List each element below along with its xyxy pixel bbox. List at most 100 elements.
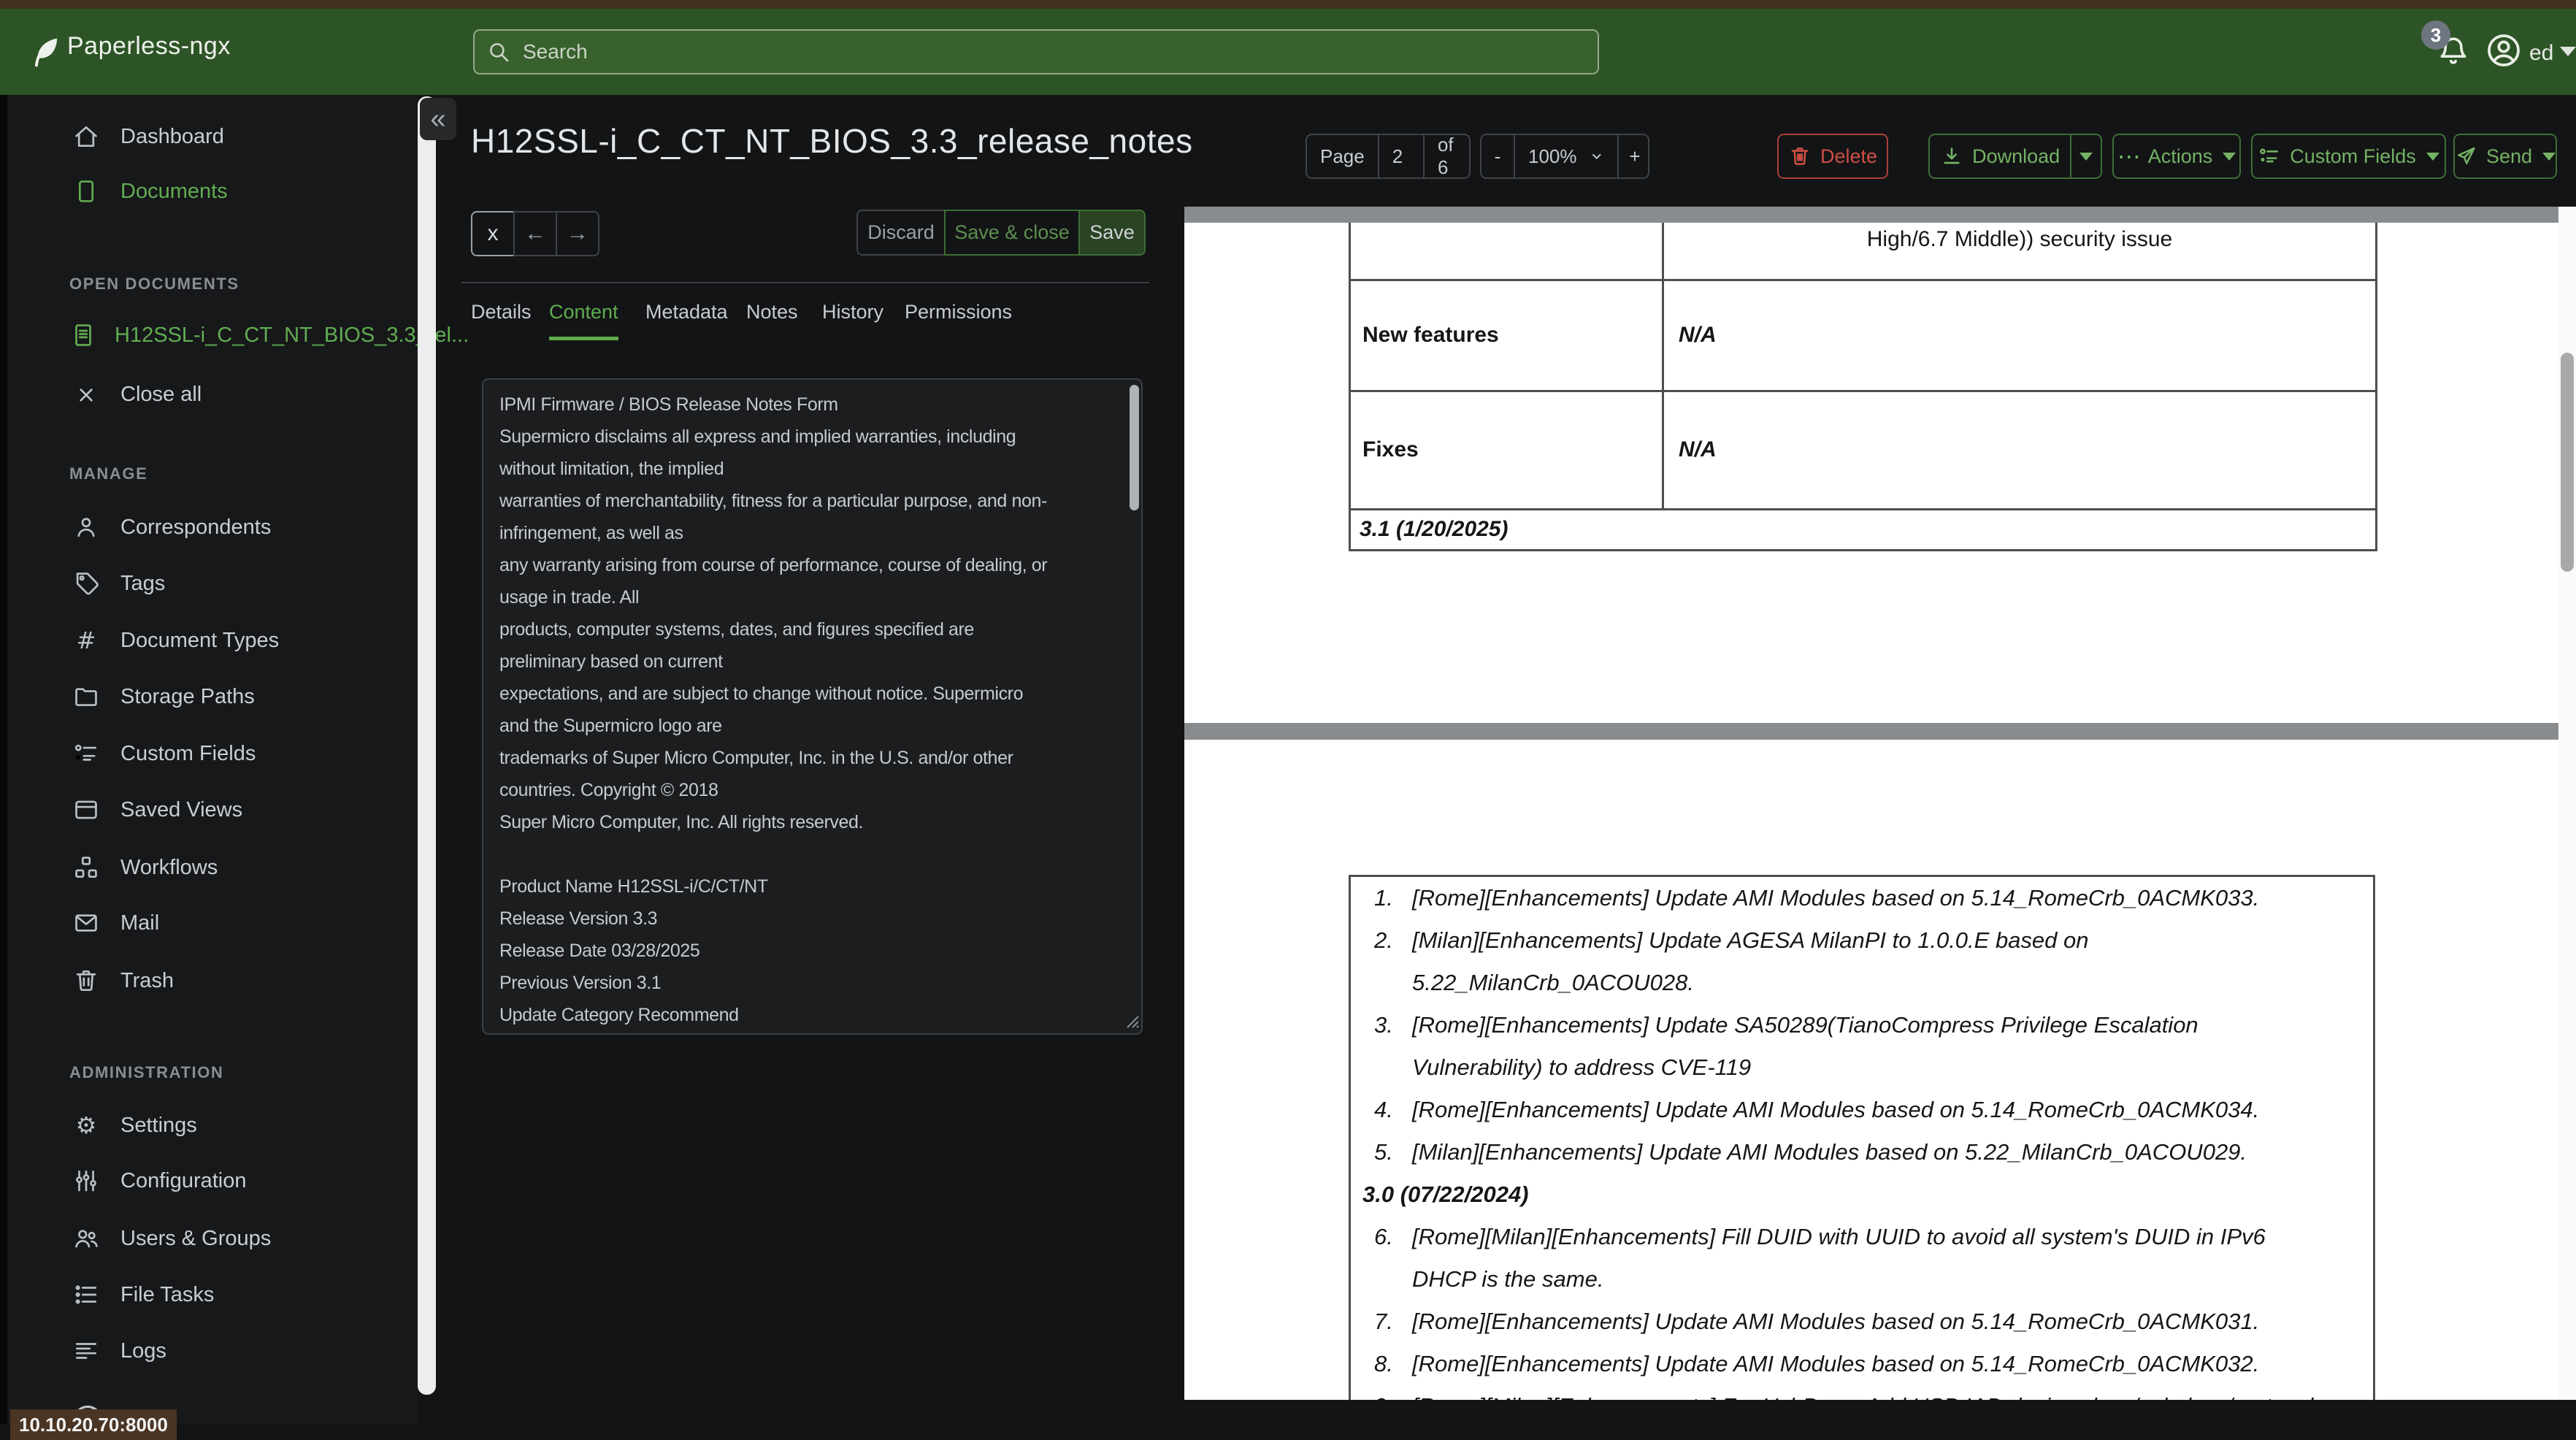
sidebar-item-label: Dashboard — [120, 124, 224, 148]
tab-history[interactable]: History — [822, 301, 883, 337]
sidebar-item-storage-paths[interactable]: Storage Paths — [7, 673, 416, 720]
tab-notes[interactable]: Notes — [746, 301, 798, 337]
document-content-textarea[interactable]: IPMI Firmware / BIOS Release Notes Form … — [482, 378, 1143, 1035]
pdf-viewer: High/6.7 Middle)) security issue New fea… — [1184, 207, 2576, 1400]
custom-fields-caret-icon — [2426, 152, 2439, 161]
pdf-heading-text: 3.0 (07/22/2024) — [1362, 1182, 1529, 1207]
textarea-scrollbar-thumb[interactable] — [1130, 385, 1139, 510]
sidebar-item-label: Correspondents — [120, 515, 272, 539]
new-features-value-cell: N/A — [1662, 278, 2377, 392]
sidebar-item-label: Trash — [120, 968, 175, 992]
tab-permissions[interactable]: Permissions — [905, 301, 1012, 337]
save-button-group: Discard Save & close Save — [856, 210, 1146, 256]
change-list-box: 1. [Rome][Enhancements] Update AMI Module… — [1349, 875, 2375, 1400]
username-label[interactable]: ed — [2529, 41, 2553, 66]
sliders-icon — [76, 1170, 96, 1192]
notification-count-badge: 3 — [2421, 20, 2450, 50]
send-icon — [2457, 147, 2475, 164]
custom-fields-button[interactable]: Custom Fields — [2251, 134, 2446, 179]
tab-metadata[interactable]: Metadata — [645, 301, 728, 337]
sidebar-item-tags[interactable]: Tags — [7, 560, 416, 607]
mail-icon — [75, 914, 97, 932]
send-button[interactable]: Send — [2453, 134, 2557, 179]
sidebar-collapse-button[interactable]: « — [420, 98, 456, 140]
paperless-logo-icon — [34, 38, 58, 67]
custom-fields-icon — [74, 744, 97, 761]
pdf-list-line: 9.[Rome][Milan][Enhancements] For UsbBus… — [1374, 1385, 2358, 1400]
sidebar-item-label: Documents — [120, 179, 228, 203]
download-button[interactable]: Download — [1930, 135, 2072, 177]
sidebar-item-close-all[interactable]: × Close all — [7, 371, 416, 418]
zoom-in-button[interactable]: + — [1619, 135, 1651, 177]
tab-content[interactable]: Content — [549, 301, 618, 340]
table-row: Fixes N/A — [1349, 389, 2377, 510]
person-icon — [77, 518, 95, 537]
sidebar-item-workflows[interactable]: Workflows — [7, 844, 416, 891]
pdf-scrollbar-track[interactable] — [2558, 207, 2576, 1400]
sidebar-item-label: File Tasks — [120, 1282, 215, 1306]
page-total-label: of 6 — [1437, 134, 1454, 178]
user-menu-caret-icon[interactable] — [2560, 47, 2576, 56]
textarea-resize-handle[interactable] — [1123, 1012, 1141, 1030]
previous-document-button[interactable]: ← — [513, 211, 557, 256]
pdf-list-number: 6. — [1374, 1224, 1393, 1249]
sidebar-item-mail[interactable]: Mail — [7, 900, 416, 946]
pdf-list-text: [Milan][Enhancements] Update AMI Modules… — [1412, 1139, 2247, 1165]
pdf-list-number: 2. — [1374, 927, 1393, 953]
search-input[interactable] — [521, 39, 1546, 64]
doc-text-icon — [75, 324, 91, 346]
actions-button[interactable]: ⋯ Actions — [2112, 134, 2241, 179]
zoom-control: - 100% + — [1480, 134, 1649, 179]
app-brand[interactable]: Paperless-ngx — [67, 32, 231, 61]
actions-label: Actions — [2147, 145, 2213, 167]
user-avatar-icon[interactable] — [2485, 32, 2522, 69]
sidebar-section-title: MANAGE — [69, 464, 148, 483]
sidebar-item-document-types[interactable]: # Document Types — [7, 617, 416, 664]
next-document-button[interactable]: → — [556, 211, 599, 256]
pdf-scrollbar-thumb[interactable] — [2561, 353, 2574, 572]
sidebar-item-h12ssl-i-c-ct-nt-bios-3-3-rel[interactable]: H12SSL-i_C_CT_NT_BIOS_3.3_rel... — [7, 312, 469, 359]
zoom-out-button[interactable]: - — [1481, 135, 1515, 177]
sidebar-item-label: Settings — [120, 1113, 197, 1137]
sidebar-scrollbar[interactable] — [418, 96, 436, 1395]
ellipsis-icon: ⋯ — [2117, 143, 2141, 169]
page-number-input[interactable]: 2 — [1379, 135, 1425, 177]
tab-details[interactable]: Details — [471, 301, 532, 337]
discard-button[interactable]: Discard — [856, 210, 946, 256]
sidebar-item-documents[interactable]: Documents — [7, 168, 416, 215]
sidebar-item-configuration[interactable]: Configuration — [7, 1157, 416, 1204]
logs-icon — [75, 1343, 97, 1359]
sidebar-item-trash[interactable]: Trash — [7, 957, 416, 1004]
sidebar-item-settings[interactable]: ⚙ Settings — [7, 1102, 416, 1149]
close-document-button[interactable]: x — [471, 211, 515, 256]
sidebar-item-users-groups[interactable]: Users & Groups — [7, 1215, 416, 1262]
sidebar-item-label: Workflows — [120, 855, 218, 879]
pdf-list-line: 6. [Rome][Milan][Enhancements] Fill DUID … — [1374, 1216, 2358, 1258]
pdf-list-line: 8. [Rome][Enhancements] Update AMI Module… — [1374, 1343, 2358, 1385]
page-navigator: Page 2 of 6 — [1306, 134, 1471, 179]
sidebar-item-dashboard[interactable]: Dashboard — [7, 113, 416, 160]
fixes-value-cell: N/A — [1662, 389, 2377, 510]
pdf-list-text: [Rome][Enhancements] Update AMI Modules … — [1412, 885, 2260, 911]
sidebar-item-correspondents[interactable]: Correspondents — [7, 504, 416, 551]
pdf-page-1: High/6.7 Middle)) security issue New fea… — [1184, 223, 2558, 723]
download-icon — [1944, 148, 1960, 164]
download-dropdown-button[interactable] — [2071, 135, 2101, 177]
zoom-level-select[interactable]: 100% — [1515, 135, 1619, 177]
delete-button[interactable]: Delete — [1777, 134, 1888, 179]
top-window-strip — [0, 0, 2576, 9]
download-label: Download — [1972, 145, 2061, 167]
folder-icon — [75, 688, 97, 706]
fixes-label-cell: Fixes — [1349, 389, 1664, 510]
save-and-close-button[interactable]: Save & close — [944, 210, 1080, 256]
sidebar-item-logs[interactable]: Logs — [7, 1328, 416, 1374]
sidebar-item-file-tasks[interactable]: File Tasks — [7, 1271, 416, 1318]
pdf-list-line: DHCP is the same. — [1374, 1258, 2358, 1301]
sidebar-section-title: OPEN DOCUMENTS — [69, 275, 239, 293]
save-button[interactable]: Save — [1078, 210, 1146, 256]
sidebar-item-custom-fields[interactable]: Custom Fields — [7, 730, 416, 777]
pdf-list-heading: 3.0 (07/22/2024) — [1362, 1173, 2358, 1216]
global-search[interactable] — [473, 29, 1599, 74]
sidebar-item-saved-views[interactable]: Saved Views — [7, 786, 416, 833]
tag-icon — [76, 572, 99, 595]
